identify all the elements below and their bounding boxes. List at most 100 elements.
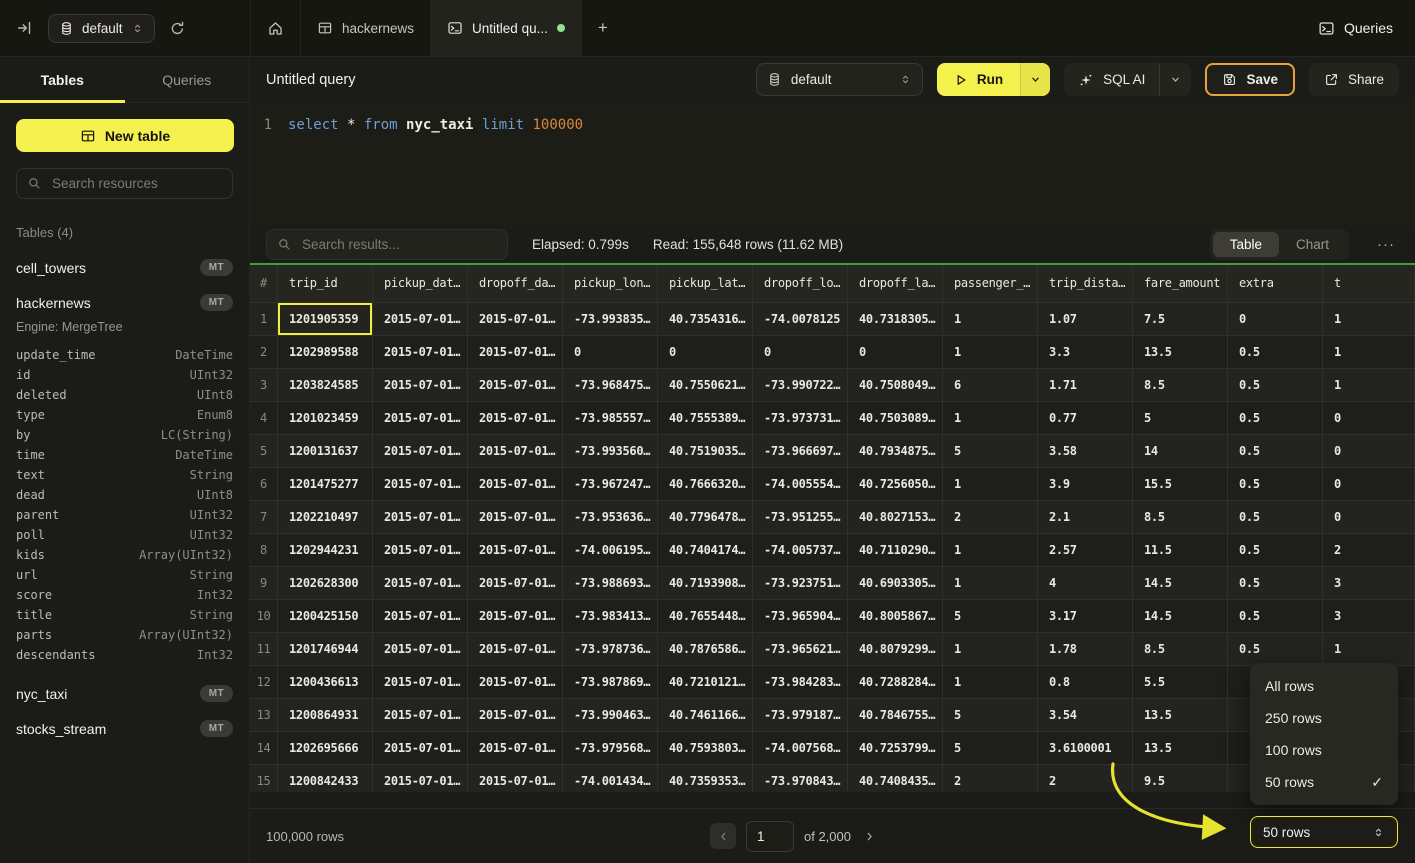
table-cell[interactable]: 1: [1323, 336, 1415, 369]
table-cell[interactable]: 9.5: [1133, 765, 1228, 792]
more-options-button[interactable]: ···: [1373, 236, 1399, 253]
queries-shortcut[interactable]: Queries: [1296, 0, 1415, 56]
table-cell[interactable]: 1: [943, 633, 1038, 666]
sidebar-search[interactable]: [16, 168, 233, 199]
table-cell[interactable]: 2015-07-01…: [373, 633, 468, 666]
tab-home[interactable]: [251, 0, 301, 56]
table-cell[interactable]: -73.973731…: [753, 402, 848, 435]
table-cell[interactable]: 1200436613: [278, 666, 373, 699]
table-cell[interactable]: -74.005737…: [753, 534, 848, 567]
table-cell[interactable]: 0: [1323, 501, 1415, 534]
table-cell[interactable]: 5: [943, 435, 1038, 468]
table-cell[interactable]: 1201475277: [278, 468, 373, 501]
table-cell[interactable]: 40.7503089…: [848, 402, 943, 435]
table-cell[interactable]: 5: [943, 699, 1038, 732]
table-cell[interactable]: 40.8027153…: [848, 501, 943, 534]
column-header[interactable]: extra: [1228, 265, 1323, 303]
table-cell[interactable]: 2: [943, 501, 1038, 534]
table-cell[interactable]: 2015-07-01…: [468, 501, 563, 534]
table-cell[interactable]: 5.5: [1133, 666, 1228, 699]
table-cell[interactable]: -73.951255…: [753, 501, 848, 534]
table-cell[interactable]: 3.9: [1038, 468, 1133, 501]
table-cell[interactable]: 0: [753, 336, 848, 369]
row-number[interactable]: 10: [250, 600, 278, 633]
table-cell[interactable]: 2: [943, 765, 1038, 792]
table-cell[interactable]: 3.54: [1038, 699, 1133, 732]
table-cell[interactable]: 0.5: [1228, 567, 1323, 600]
table-cell[interactable]: 0.77: [1038, 402, 1133, 435]
table-cell[interactable]: 2015-07-01…: [373, 468, 468, 501]
sidebar-item-hackernews[interactable]: hackernews MT: [0, 285, 249, 320]
previous-page-button[interactable]: [710, 823, 736, 849]
table-cell[interactable]: -73.979187…: [753, 699, 848, 732]
table-cell[interactable]: 1201746944: [278, 633, 373, 666]
table-cell[interactable]: 0.5: [1228, 633, 1323, 666]
save-button[interactable]: Save: [1205, 63, 1295, 96]
table-cell[interactable]: 1: [943, 336, 1038, 369]
table-cell[interactable]: 0: [563, 336, 658, 369]
table-cell[interactable]: -73.987869…: [563, 666, 658, 699]
table-cell[interactable]: 40.7210121…: [658, 666, 753, 699]
table-cell[interactable]: 2015-07-01…: [373, 732, 468, 765]
table-cell[interactable]: 40.7461166…: [658, 699, 753, 732]
table-cell[interactable]: 1200425150: [278, 600, 373, 633]
table-cell[interactable]: -73.978736…: [563, 633, 658, 666]
toggle-chart[interactable]: Chart: [1279, 232, 1346, 257]
table-cell[interactable]: 1200842433: [278, 765, 373, 792]
table-cell[interactable]: 2015-07-01…: [468, 303, 563, 336]
schema-column-row[interactable]: pollUInt32: [0, 526, 249, 546]
table-cell[interactable]: 3: [1323, 600, 1415, 633]
table-cell[interactable]: 40.7359353…: [658, 765, 753, 792]
table-cell[interactable]: 40.7555389…: [658, 402, 753, 435]
run-options-button[interactable]: [1020, 63, 1050, 96]
table-cell[interactable]: 2015-07-01…: [468, 666, 563, 699]
table-cell[interactable]: 2015-07-01…: [468, 633, 563, 666]
row-number[interactable]: 15: [250, 765, 278, 792]
sidebar-item-stocks-stream[interactable]: stocks_stream MT: [0, 711, 249, 746]
row-number[interactable]: 12: [250, 666, 278, 699]
table-cell[interactable]: -73.993560…: [563, 435, 658, 468]
table-cell[interactable]: 2: [1038, 765, 1133, 792]
schema-column-row[interactable]: parentUInt32: [0, 506, 249, 526]
table-cell[interactable]: 2015-07-01…: [468, 765, 563, 792]
table-cell[interactable]: 4: [1038, 567, 1133, 600]
table-cell[interactable]: 2015-07-01…: [373, 567, 468, 600]
sidebar-tab-queries[interactable]: Queries: [125, 57, 250, 102]
sql-ai-options-button[interactable]: [1159, 63, 1191, 96]
page-size-option[interactable]: 250 rows: [1250, 702, 1398, 734]
code-line[interactable]: select * from nyc_taxi limit 100000: [288, 115, 583, 136]
table-cell[interactable]: 15.5: [1133, 468, 1228, 501]
sql-ai-button[interactable]: SQL AI: [1064, 63, 1159, 96]
table-cell[interactable]: 2015-07-01…: [468, 567, 563, 600]
table-cell[interactable]: 8.5: [1133, 501, 1228, 534]
table-cell[interactable]: 2015-07-01…: [468, 600, 563, 633]
tab-hackernews[interactable]: hackernews: [301, 0, 431, 56]
table-cell[interactable]: 2015-07-01…: [468, 435, 563, 468]
table-cell[interactable]: 3: [1323, 567, 1415, 600]
row-number[interactable]: 4: [250, 402, 278, 435]
table-cell[interactable]: 14.5: [1133, 567, 1228, 600]
table-cell[interactable]: 1.07: [1038, 303, 1133, 336]
column-header[interactable]: dropoff_lo…: [753, 265, 848, 303]
table-cell[interactable]: 0: [658, 336, 753, 369]
sql-editor[interactable]: 1 select * from nyc_taxi limit 100000: [250, 102, 1415, 225]
table-cell[interactable]: 40.7796478…: [658, 501, 753, 534]
page-size-option[interactable]: 100 rows: [1250, 734, 1398, 766]
table-cell[interactable]: 1: [1323, 369, 1415, 402]
table-cell[interactable]: 2015-07-01…: [468, 336, 563, 369]
table-cell[interactable]: 2015-07-01…: [468, 699, 563, 732]
results-search[interactable]: [266, 229, 508, 260]
row-number[interactable]: 8: [250, 534, 278, 567]
table-cell[interactable]: 1201905359: [278, 303, 373, 336]
table-cell[interactable]: 0: [1228, 303, 1323, 336]
row-number[interactable]: 1: [250, 303, 278, 336]
table-cell[interactable]: 2.57: [1038, 534, 1133, 567]
table-cell[interactable]: 40.7593803…: [658, 732, 753, 765]
table-cell[interactable]: -73.993835…: [563, 303, 658, 336]
table-cell[interactable]: 40.6903305…: [848, 567, 943, 600]
next-page-button[interactable]: [861, 828, 878, 845]
page-size-option[interactable]: 50 rows✓: [1250, 766, 1398, 798]
table-cell[interactable]: 40.7256050…: [848, 468, 943, 501]
column-header[interactable]: fare_amount: [1133, 265, 1228, 303]
table-cell[interactable]: 1203824585: [278, 369, 373, 402]
